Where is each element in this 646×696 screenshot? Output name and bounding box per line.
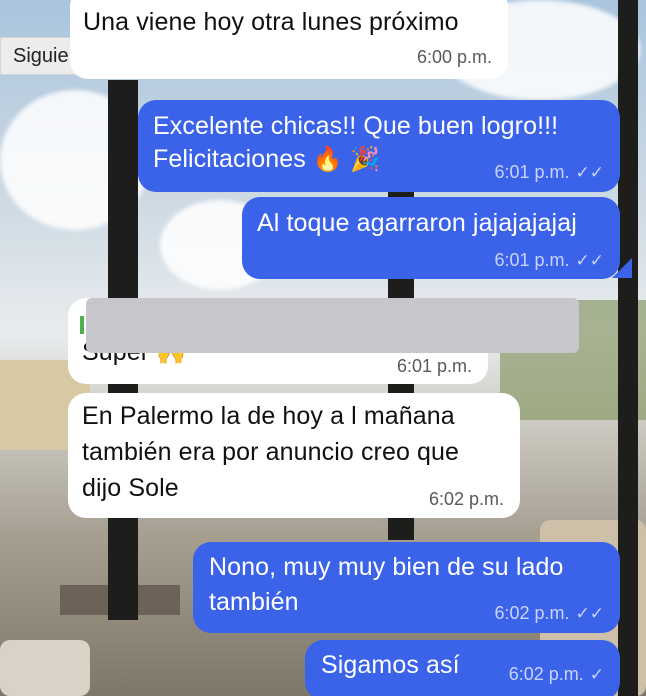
message-text-line: dijo Sole [82, 474, 179, 502]
message-text-line: En Palermo la de hoy a l mañana [82, 402, 455, 430]
message-text: Al toque agarraron jajajajajaj [257, 209, 577, 237]
bubble-tail [55, 498, 75, 518]
message-time: 6:01 p.m. [494, 250, 570, 270]
message-text: Una viene hoy otra lunes próximo [83, 8, 459, 36]
message-bubble-outgoing[interactable]: Nono, muy muy bien de su lado también 6:… [193, 542, 620, 633]
message-bubble-incoming[interactable]: Una viene hoy otra lunes próximo 6:00 p.… [70, 0, 508, 79]
message-meta: 6:01 p.m. ✓✓ [494, 250, 604, 271]
message-text-line: también [209, 588, 299, 616]
chat-screen: Siguiente Una viene hoy otra lunes próxi… [0, 0, 646, 696]
message-bubble-outgoing[interactable]: Al toque agarraron jajajajajaj 6:01 p.m.… [242, 197, 620, 279]
message-text-line: también era por anuncio creo que [82, 438, 460, 466]
message-text-line: Felicitaciones [153, 145, 306, 173]
message-meta: 6:02 p.m. ✓✓ [494, 603, 604, 624]
window-frame [618, 0, 638, 696]
message-time: 6:02 p.m. [494, 603, 570, 623]
bubble-tail [612, 258, 632, 278]
message-time: 6:01 p.m. [396, 356, 472, 376]
message-bubble-outgoing[interactable]: Excelente chicas!! Que buen logro!!! Fel… [138, 100, 620, 192]
double-check-icon: ✓✓ [575, 163, 605, 182]
message-bubble-incoming[interactable]: En Palermo la de hoy a l mañana también … [68, 393, 520, 518]
message-text-line: Felicitaciones 🔥 🎉 [153, 143, 380, 176]
message-text: Sigamos así [321, 651, 460, 679]
message-meta: 6:01 p.m. ✓✓ [494, 162, 604, 183]
fire-emoji: 🔥 [312, 146, 343, 173]
redaction-overlay [86, 298, 579, 353]
reply-quote-bar [80, 316, 84, 334]
single-check-icon: ✓ [589, 665, 604, 684]
double-check-icon: ✓✓ [575, 604, 605, 623]
message-time: 6:02 p.m. [508, 664, 584, 684]
chair-background [0, 640, 90, 696]
message-time: 6:02 p.m. [428, 489, 504, 509]
message-text-line: Nono, muy muy bien de su lado [209, 553, 564, 581]
party-popper-emoji: 🎉 [349, 146, 380, 173]
message-time: 6:01 p.m. [494, 162, 570, 182]
double-check-icon: ✓✓ [575, 251, 605, 270]
message-text-line: Excelente chicas!! Que buen logro!!! [153, 112, 559, 140]
message-bubble-outgoing[interactable]: Sigamos así 6:02 p.m. ✓ [305, 640, 620, 696]
message-meta: 6:02 p.m. ✓ [509, 664, 604, 685]
message-time: 6:00 p.m. [416, 47, 492, 67]
